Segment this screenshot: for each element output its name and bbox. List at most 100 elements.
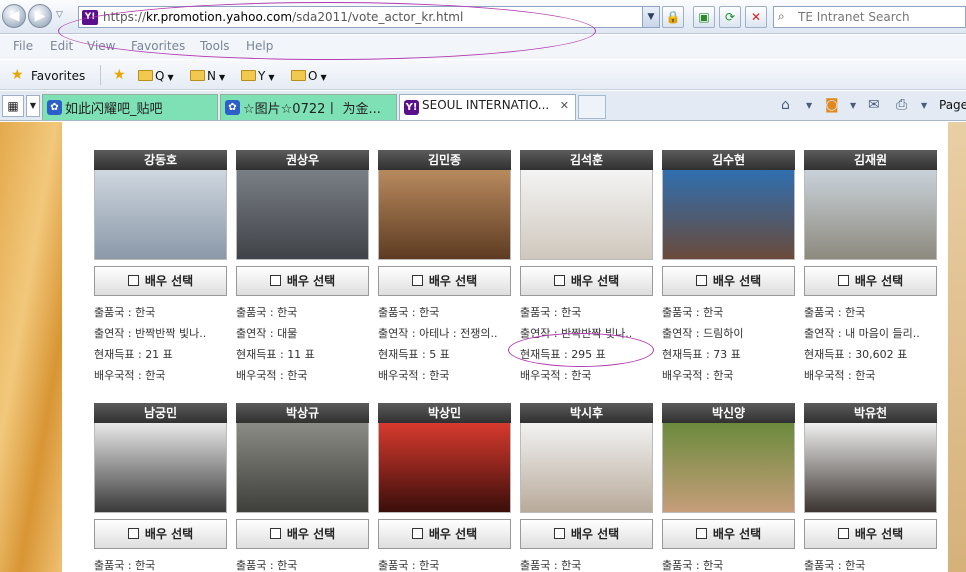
select-actor-button[interactable]: 배우 선택 <box>520 519 653 549</box>
menu-view[interactable]: View <box>87 39 115 53</box>
compatibility-view-icon[interactable]: ▣ <box>693 6 715 28</box>
select-actor-button[interactable]: 배우 선택 <box>804 266 937 296</box>
actor-card: 박상민 배우 선택 출품국 : 한국 <box>378 403 511 572</box>
wood-background <box>0 122 62 572</box>
actor-photo <box>378 423 511 513</box>
tab-pictures[interactable]: ✿ ☆图片☆0722丨 为金... <box>220 94 397 120</box>
new-tab-button[interactable] <box>578 95 606 119</box>
menu-edit[interactable]: Edit <box>50 39 73 53</box>
menu-favorites[interactable]: Favorites <box>131 39 185 53</box>
actor-photo <box>94 170 227 260</box>
actor-name: 김재원 <box>804 150 937 170</box>
mail-icon[interactable]: ✉ <box>868 97 880 113</box>
select-actor-button[interactable]: 배우 선택 <box>662 266 795 296</box>
tab-list-dropdown-icon[interactable]: ▼ <box>26 95 40 117</box>
stop-icon[interactable]: ✕ <box>745 6 767 28</box>
history-dropdown-icon[interactable]: ▽ <box>56 10 63 20</box>
actor-card: 권상우 배우 선택 출품국 : 한국 출연작 : 대물 현재득표 : 11 표 … <box>236 150 369 386</box>
checkbox-icon[interactable] <box>411 528 423 539</box>
yahoo-favicon-icon: Y! <box>82 10 98 25</box>
actor-photo <box>520 423 653 513</box>
actor-name: 김석훈 <box>520 150 653 170</box>
actor-name: 박상규 <box>236 403 369 423</box>
favorites-folder-y[interactable]: Y ▼ <box>241 69 275 83</box>
menu-tools[interactable]: Tools <box>200 39 230 53</box>
search-icon: ⌕ <box>778 9 785 23</box>
tab-bar: ▦ ▼ ✿ 如此闪耀吧_贴吧 ✿ ☆图片☆0722丨 为金... Y! SEOU… <box>0 91 966 121</box>
feeds-dropdown-icon[interactable]: ▼ <box>850 101 856 110</box>
paw-icon: ✿ <box>47 100 62 115</box>
toolbar-divider <box>100 65 101 85</box>
url-text[interactable]: https://kr.promotion.yahoo.com/sda2011/v… <box>103 10 463 24</box>
print-dropdown-icon[interactable]: ▼ <box>921 101 927 110</box>
actor-photo <box>94 423 227 513</box>
actor-card: 강동호 배우 선택 출품국 : 한국 출연작 : 반짝반짝 빛나.. 현재득표 … <box>94 150 227 386</box>
checkbox-icon[interactable] <box>127 528 139 539</box>
favorites-button[interactable]: Favorites <box>31 69 85 83</box>
actor-card: 김수현 배우 선택 출품국 : 한국 출연작 : 드림하이 현재득표 : 73 … <box>662 150 795 386</box>
select-actor-button[interactable]: 배우 선택 <box>94 266 227 296</box>
checkbox-icon[interactable] <box>553 528 565 539</box>
paw-icon: ✿ <box>225 100 240 115</box>
actor-info: 출품국 : 한국 출연작 : 반짝반짝 빛나.. 현재득표 : 21 표 배우국… <box>94 306 207 382</box>
favorites-folder-q[interactable]: Q ▼ <box>138 69 174 83</box>
select-actor-button[interactable]: 배우 선택 <box>236 266 369 296</box>
checkbox-icon[interactable] <box>837 275 849 286</box>
checkbox-icon[interactable] <box>695 528 707 539</box>
print-icon[interactable]: ⎙ <box>896 97 907 113</box>
home-icon[interactable]: ⌂ <box>781 97 790 113</box>
folder-icon <box>291 70 306 81</box>
feeds-icon[interactable]: ◙ <box>825 97 839 113</box>
checkbox-icon[interactable] <box>553 275 565 286</box>
menu-file[interactable]: File <box>13 39 33 53</box>
checkbox-icon[interactable] <box>411 275 423 286</box>
actor-photo <box>662 170 795 260</box>
checkbox-icon[interactable] <box>837 528 849 539</box>
checkbox-icon[interactable] <box>695 275 707 286</box>
back-icon[interactable]: ◀ <box>2 4 26 28</box>
actor-photo <box>804 170 937 260</box>
actor-card: 박시후 배우 선택 출품국 : 한국 <box>520 403 653 572</box>
select-actor-button[interactable]: 배우 선택 <box>804 519 937 549</box>
lock-icon[interactable]: 🔒 <box>662 6 684 28</box>
select-actor-button[interactable]: 배우 선택 <box>520 266 653 296</box>
actor-card: 김석훈 배우 선택 출품국 : 한국 출연작 : 반짝반짝 빛나.. 현재득표 … <box>520 150 653 386</box>
select-actor-button[interactable]: 배우 선택 <box>378 266 511 296</box>
actor-info: 출품국 : 한국 출연작 : 내 마음이 들리.. 현재득표 : 30,602 … <box>804 306 920 382</box>
actor-card: 박신양 배우 선택 출품국 : 한국 <box>662 403 795 572</box>
menu-help[interactable]: Help <box>246 39 273 53</box>
favorites-folder-n[interactable]: N ▼ <box>190 69 225 83</box>
actor-name: 김민종 <box>378 150 511 170</box>
tab-seoul-international[interactable]: Y! SEOUL INTERNATIO... ✕ <box>399 94 576 120</box>
quick-tabs-icon[interactable]: ▦ <box>2 95 24 117</box>
home-dropdown-icon[interactable]: ▼ <box>806 101 812 110</box>
actor-card: 남궁민 배우 선택 출품국 : 한국 <box>94 403 227 572</box>
actor-card: 김민종 배우 선택 출품국 : 한국 출연작 : 아테나 : 전쟁의.. 현재득… <box>378 150 511 386</box>
select-actor-button[interactable]: 배우 선택 <box>94 519 227 549</box>
url-input[interactable]: Y! https://kr.promotion.yahoo.com/sda201… <box>78 6 660 28</box>
add-favorite-icon[interactable]: ★ <box>113 67 126 83</box>
actor-name: 박상민 <box>378 403 511 423</box>
tab-tieba[interactable]: ✿ 如此闪耀吧_贴吧 <box>42 94 218 120</box>
close-tab-icon[interactable]: ✕ <box>560 99 569 112</box>
actor-name: 권상우 <box>236 150 369 170</box>
actor-info: 출품국 : 한국 출연작 : 아테나 : 전쟁의.. 현재득표 : 5 표 배우… <box>378 306 498 382</box>
forward-icon[interactable]: ▶ <box>28 4 52 28</box>
refresh-icon[interactable]: ⟳ <box>719 6 741 28</box>
actor-name: 박시후 <box>520 403 653 423</box>
checkbox-icon[interactable] <box>269 275 281 286</box>
url-dropdown-icon[interactable]: ▼ <box>642 7 659 27</box>
menu-bar: File Edit View Favorites Tools Help <box>0 35 966 59</box>
actor-photo <box>236 423 369 513</box>
favorites-star-icon[interactable]: ★ <box>11 67 24 83</box>
select-actor-button[interactable]: 배우 선택 <box>236 519 369 549</box>
select-actor-button[interactable]: 배우 선택 <box>378 519 511 549</box>
checkbox-icon[interactable] <box>269 528 281 539</box>
favorites-folder-o[interactable]: O ▼ <box>291 69 327 83</box>
page-menu[interactable]: Page <box>939 98 966 112</box>
right-background <box>948 122 966 572</box>
select-actor-button[interactable]: 배우 선택 <box>662 519 795 549</box>
checkbox-icon[interactable] <box>127 275 139 286</box>
actor-card: 박유천 배우 선택 출품국 : 한국 <box>804 403 937 572</box>
search-input[interactable]: ⌕ TE Intranet Search <box>773 6 966 28</box>
